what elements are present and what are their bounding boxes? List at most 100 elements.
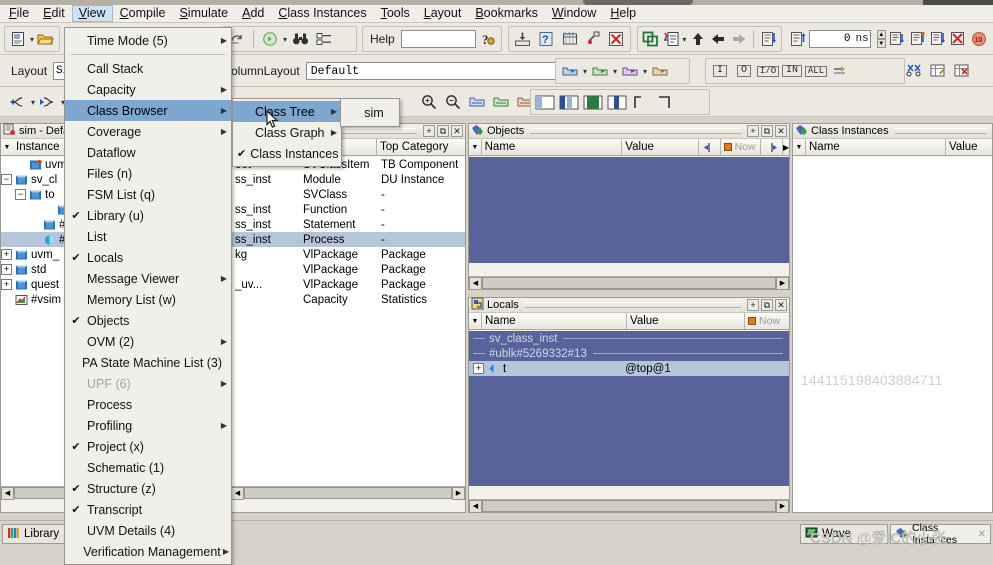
next-transition-icon[interactable] <box>37 91 59 113</box>
prev-transition-icon[interactable] <box>7 91 29 113</box>
view-menu-item-list[interactable]: List <box>65 226 231 247</box>
pane-close-button[interactable]: ✕ <box>451 125 463 137</box>
view-menu-item-pa-state-machine-list-3[interactable]: PA State Machine List (3) <box>65 352 231 373</box>
obj-hscroll-right-button[interactable]: ▶ <box>776 276 789 290</box>
class-tree-row[interactable]: ss_inst Process - <box>231 232 465 247</box>
menu-layout[interactable]: Layout <box>417 5 469 22</box>
view-menu-item-call-stack[interactable]: Call Stack <box>65 58 231 79</box>
view-menu-item-verification-management[interactable]: Verification Management ▶ <box>65 541 231 562</box>
arrow-left-icon[interactable] <box>709 28 728 50</box>
pane-undock-button[interactable]: ⧉ <box>437 125 449 137</box>
wave-tool-3-dropdown-icon[interactable]: ▾ <box>643 67 647 76</box>
class-tree-col-topcategory[interactable]: Top Category <box>377 139 465 155</box>
locals-close-button[interactable]: ✕ <box>775 299 787 311</box>
locals-col-value[interactable]: Value <box>627 313 745 329</box>
expander-plus-icon[interactable]: + <box>1 279 12 290</box>
view-menu-item-schematic-1[interactable]: Schematic (1) <box>65 457 231 478</box>
new-file-icon[interactable] <box>8 28 28 50</box>
wave-tool-4-icon[interactable] <box>649 60 671 82</box>
signal-all-icon[interactable]: ALL <box>804 60 828 82</box>
locals-row[interactable]: #ublk#5269332#13 <box>469 346 789 361</box>
view-menu-item-upf-6[interactable]: UPF (6) ▶ <box>65 373 231 394</box>
class-tree-row[interactable]: ss_inst Module DU Instance <box>231 172 465 187</box>
objects-hscrollbar[interactable]: ◀ ▶ <box>469 276 789 290</box>
list-properties-icon[interactable] <box>313 28 335 50</box>
objects-prev-icon[interactable] <box>699 139 721 155</box>
loc-hscroll-thumb[interactable] <box>482 500 776 512</box>
new-file-dropdown-icon[interactable]: ▾ <box>30 35 34 44</box>
locals-grip[interactable] <box>524 302 741 308</box>
view-menu-item-transcript[interactable]: ✔ Transcript <box>65 499 231 520</box>
class-tree-row[interactable]: Capacity Statistics <box>231 292 465 307</box>
menu-bookmarks[interactable]: Bookmarks <box>468 5 545 22</box>
obj-hscroll-left-button[interactable]: ◀ <box>469 276 482 290</box>
objects-col-name[interactable]: Name <box>482 139 623 155</box>
menu-compile[interactable]: Compile <box>113 5 173 22</box>
menu-class-instances[interactable]: Class Instances <box>271 5 373 22</box>
help-question-icon[interactable]: ? <box>478 28 498 50</box>
stop-icon[interactable]: 10 <box>970 28 988 50</box>
menu-edit[interactable]: Edit <box>36 5 72 22</box>
menu-simulate[interactable]: Simulate <box>172 5 235 22</box>
locals-col-name[interactable]: Name <box>482 313 627 329</box>
signal-filter-icon[interactable] <box>829 60 851 82</box>
wave-tool-3-icon[interactable] <box>619 60 641 82</box>
class-tree-row[interactable]: kg VlPackage Package <box>231 247 465 262</box>
view-menu-item-class-browser[interactable]: Class Browser ▶ <box>65 100 231 121</box>
objects-next-icon[interactable] <box>761 139 783 155</box>
class-tree-hscrollbar[interactable]: ◀ ▶ <box>231 486 465 500</box>
menu-help[interactable]: Help <box>603 5 643 22</box>
locals-row[interactable]: sv_class_inst <box>469 331 789 346</box>
view-menu-item-memory-list-w[interactable]: Memory List (w) <box>65 289 231 310</box>
hscroll-left-button[interactable]: ◀ <box>1 486 14 500</box>
view-menu-item-ovm-2[interactable]: OVM (2) ▶ <box>65 331 231 352</box>
signal-out-icon[interactable]: O <box>733 60 755 82</box>
objects-close-button[interactable]: ✕ <box>775 125 787 137</box>
table-delete-icon[interactable] <box>951 60 973 82</box>
view-menu-item-profiling[interactable]: Profiling ▶ <box>65 415 231 436</box>
expander-plus-icon[interactable]: + <box>1 264 12 275</box>
find-binoculars-icon[interactable] <box>289 28 311 50</box>
class-tree-submenu[interactable]: sim <box>340 98 400 127</box>
break-icon[interactable] <box>949 28 967 50</box>
arrow-right-icon[interactable] <box>730 28 749 50</box>
arrow-up-icon[interactable] <box>688 28 707 50</box>
run-length-stepper[interactable]: ▲ ▼ <box>876 30 886 48</box>
objects-grip[interactable] <box>530 128 741 134</box>
run-all-icon[interactable] <box>929 28 947 50</box>
run-continue-icon[interactable] <box>908 28 926 50</box>
menu-file[interactable]: File <box>2 5 36 22</box>
objects-rows[interactable] <box>469 157 789 263</box>
bookmark-dropdown-icon[interactable]: ▾ <box>682 35 686 44</box>
view-dropdown-menu[interactable]: Time Mode (5) ▶ Call Stack Capacity ▶ Class B… <box>64 27 232 565</box>
ct-hscroll-left-button[interactable]: ◀ <box>231 486 244 500</box>
help-search-input[interactable] <box>400 30 476 48</box>
view-menu-item-fsm-list-q[interactable]: FSM List (q) <box>65 184 231 205</box>
expander-minus-icon[interactable]: − <box>15 189 26 200</box>
class-tree-row[interactable]: ss_inst Statement - <box>231 217 465 232</box>
pane-layout-6-icon[interactable] <box>654 91 676 113</box>
signal-in2-icon[interactable]: IN <box>781 60 803 82</box>
signal-inout-icon[interactable]: I/O <box>756 60 780 82</box>
menu-add[interactable]: Add <box>235 5 271 22</box>
ci-col-name[interactable]: Name <box>806 139 946 155</box>
view-menu-item-dataflow[interactable]: Dataflow <box>65 142 231 163</box>
objects-filter-icon[interactable]: ▼ <box>469 139 482 155</box>
run-step-icon[interactable] <box>888 28 906 50</box>
run-dropdown-icon[interactable]: ▾ <box>283 35 287 44</box>
class-tree-item-sim[interactable]: sim <box>341 102 399 123</box>
step-into-icon[interactable] <box>759 28 778 50</box>
class-tree-rows[interactable]: ootSVClassItemTB Componentss_instModuleD… <box>231 157 465 486</box>
locals-add-button[interactable]: + <box>747 299 759 311</box>
simulation-profile-icon[interactable] <box>582 28 603 50</box>
zoom-range-icon[interactable] <box>490 91 512 113</box>
view-menu-item-library-u[interactable]: ✔ Library (u) <box>65 205 231 226</box>
open-folder-icon[interactable] <box>36 28 56 50</box>
view-menu-item-locals[interactable]: ✔ Locals <box>65 247 231 268</box>
wave-tool-2-dropdown-icon[interactable]: ▾ <box>613 67 617 76</box>
columnlayout-select-input[interactable] <box>305 62 596 80</box>
compile-options-icon[interactable]: ? <box>535 28 556 50</box>
menu-tools[interactable]: Tools <box>374 5 417 22</box>
structure-filter-icon[interactable]: ▼ <box>1 144 13 151</box>
objects-undock-button[interactable]: ⧉ <box>761 125 773 137</box>
